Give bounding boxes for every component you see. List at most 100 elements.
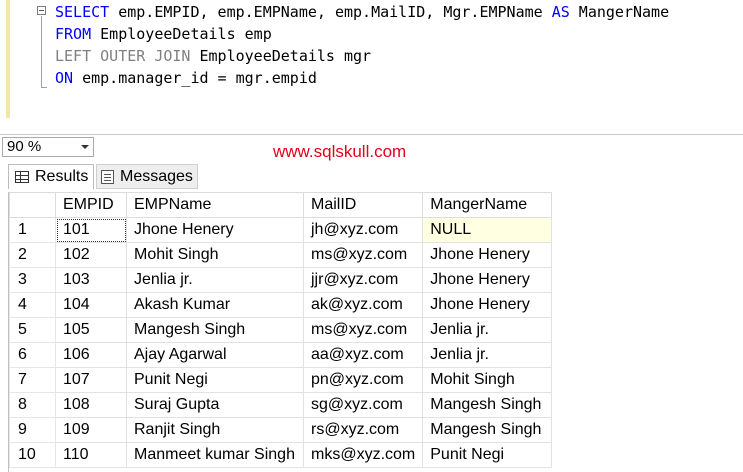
sql-text: EmployeeDetails emp	[91, 25, 272, 43]
cell-empname[interactable]: Manmeet kumar Singh	[126, 442, 304, 468]
sql-text: emp.EMPID, emp.EMPName, emp.MailID, Mgr.…	[109, 3, 552, 21]
sql-text: emp.manager_id = mgr.empid	[73, 69, 317, 87]
row-number-header[interactable]	[9, 192, 56, 218]
grid-icon	[15, 171, 29, 183]
cell-empname[interactable]: Akash Kumar	[126, 292, 304, 318]
table-row[interactable]: 7 107 Punit Negi pn@xyz.com Mohit Singh	[9, 367, 553, 393]
cell-empid[interactable]: 105	[55, 317, 127, 343]
cell-mailid[interactable]: jjr@xyz.com	[302, 267, 424, 293]
cell-empid[interactable]: 104	[55, 292, 127, 318]
row-number[interactable]: 2	[9, 242, 56, 268]
sql-editor[interactable]: SELECT emp.EMPID, emp.EMPName, emp.MailI…	[0, 0, 743, 133]
zoom-dropdown[interactable]: 90 %	[2, 137, 94, 157]
row-number[interactable]: 3	[9, 267, 56, 293]
cell-mangername[interactable]: Jenlia jr.	[422, 342, 553, 368]
tab-results-label: Results	[35, 168, 89, 185]
cell-mailid[interactable]: ms@xyz.com	[302, 242, 424, 268]
sql-keyword: AS	[551, 3, 570, 21]
cell-empname[interactable]: Mohit Singh	[126, 242, 304, 268]
sql-code[interactable]: SELECT emp.EMPID, emp.EMPName, emp.MailI…	[55, 1, 669, 89]
zoom-bar: 90 % www.sqlskull.com	[0, 134, 743, 161]
cell-mailid[interactable]: mks@xyz.com	[302, 442, 424, 468]
results-grid[interactable]: EMPID EMPName MailID MangerName 1 101 Jhon…	[8, 192, 743, 472]
row-number[interactable]: 6	[9, 342, 56, 368]
code-line[interactable]: FROM EmployeeDetails emp	[55, 23, 669, 45]
cell-mailid[interactable]: ms@xyz.com	[302, 317, 424, 343]
cell-empid[interactable]: 109	[55, 417, 127, 443]
cell-empid[interactable]: 102	[55, 242, 127, 268]
table-row[interactable]: 4 104 Akash Kumar ak@xyz.com Jhone Henery	[9, 292, 553, 318]
table-row[interactable]: 10 110 Manmeet kumar Singh mks@xyz.com Punit…	[9, 442, 553, 468]
column-header-mangername[interactable]: MangerName	[422, 192, 553, 218]
messages-icon	[101, 169, 114, 184]
cell-mailid[interactable]: pn@xyz.com	[302, 367, 424, 393]
code-line[interactable]: ON emp.manager_id = mgr.empid	[55, 67, 669, 89]
cell-empid[interactable]: 106	[55, 342, 127, 368]
cell-empid[interactable]: 108	[55, 392, 127, 418]
table-row[interactable]: 5 105 Mangesh Singh ms@xyz.com Jenlia jr.	[9, 317, 553, 343]
tab-messages[interactable]: Messages	[96, 164, 198, 189]
cell-mailid[interactable]: rs@xyz.com	[302, 417, 424, 443]
sql-keyword: LEFT OUTER JOIN	[55, 47, 191, 65]
cell-empname[interactable]: Jhone Henery	[126, 217, 304, 243]
fold-guide-end	[41, 87, 47, 88]
chevron-down-icon[interactable]	[81, 145, 89, 149]
cell-empname[interactable]: Jenlia jr.	[126, 267, 304, 293]
sql-keyword: SELECT	[55, 3, 110, 21]
row-number[interactable]: 7	[9, 367, 56, 393]
cell-mangername[interactable]: Mohit Singh	[422, 367, 553, 393]
column-header-empid[interactable]: EMPID	[55, 192, 127, 218]
change-tracking-bar	[6, 0, 10, 118]
cell-empname[interactable]: Ranjit Singh	[126, 417, 304, 443]
cell-empname[interactable]: Punit Negi	[126, 367, 304, 393]
sql-keyword: FROM	[55, 25, 92, 43]
row-number[interactable]: 4	[9, 292, 56, 318]
cell-empid[interactable]: 107	[55, 367, 127, 393]
table-row[interactable]: 3 103 Jenlia jr. jjr@xyz.com Jhone Henery	[9, 267, 553, 293]
row-number[interactable]: 10	[9, 442, 56, 468]
zoom-value: 90 %	[7, 138, 42, 155]
cell-mangername[interactable]: NULL	[422, 217, 553, 243]
collapse-icon[interactable]	[37, 6, 46, 15]
column-header-empname[interactable]: EMPName	[126, 192, 304, 218]
row-number[interactable]: 8	[9, 392, 56, 418]
cell-mangername[interactable]: Mangesh Singh	[422, 392, 553, 418]
row-number[interactable]: 5	[9, 317, 56, 343]
sql-text: MangerName	[569, 3, 670, 21]
cell-empname[interactable]: Mangesh Singh	[126, 317, 304, 343]
table-row[interactable]: 9 109 Ranjit Singh rs@xyz.com Mangesh Singh	[9, 417, 553, 443]
column-header-mailid[interactable]: MailID	[302, 192, 424, 218]
cell-empid[interactable]: 110	[55, 442, 127, 468]
cell-mangername[interactable]: Jhone Henery	[422, 242, 553, 268]
cell-mangername[interactable]: Punit Negi	[422, 442, 553, 468]
code-line[interactable]: LEFT OUTER JOIN EmployeeDetails mgr	[55, 45, 669, 67]
code-line[interactable]: SELECT emp.EMPID, emp.EMPName, emp.MailI…	[55, 1, 669, 23]
cell-mailid[interactable]: sg@xyz.com	[302, 392, 424, 418]
watermark: www.sqlskull.com	[273, 142, 407, 161]
table-row[interactable]: 8 108 Suraj Gupta sg@xyz.com Mangesh Singh	[9, 392, 553, 418]
header-row: EMPID EMPName MailID MangerName	[9, 192, 553, 218]
cell-mangername[interactable]: Jhone Henery	[422, 292, 553, 318]
cell-empname[interactable]: Ajay Agarwal	[126, 342, 304, 368]
fold-guide	[41, 16, 42, 88]
sql-keyword: ON	[55, 69, 74, 87]
table-row[interactable]: 6 106 Ajay Agarwal aa@xyz.com Jenlia jr.	[9, 342, 553, 368]
tab-results[interactable]: Results	[8, 164, 94, 189]
results-table: EMPID EMPName MailID MangerName 1 101 Jhon…	[9, 192, 553, 468]
tab-messages-label: Messages	[120, 167, 193, 185]
table-row[interactable]: 1 101 Jhone Henery jh@xyz.com NULL	[9, 217, 553, 243]
cell-mangername[interactable]: Mangesh Singh	[422, 417, 553, 443]
result-tabs: Results Messages	[0, 163, 743, 190]
cell-mailid[interactable]: jh@xyz.com	[302, 217, 424, 243]
cell-empid[interactable]: 101	[55, 217, 127, 243]
cell-mailid[interactable]: ak@xyz.com	[302, 292, 424, 318]
row-number[interactable]: 1	[9, 217, 56, 243]
cell-mangername[interactable]: Jhone Henery	[422, 267, 553, 293]
table-row[interactable]: 2 102 Mohit Singh ms@xyz.com Jhone Henery	[9, 242, 553, 268]
row-number[interactable]: 9	[9, 417, 56, 443]
sql-text: EmployeeDetails mgr	[190, 47, 372, 65]
cell-mailid[interactable]: aa@xyz.com	[302, 342, 424, 368]
cell-empid[interactable]: 103	[55, 267, 127, 293]
cell-empname[interactable]: Suraj Gupta	[126, 392, 304, 418]
cell-mangername[interactable]: Jenlia jr.	[422, 317, 553, 343]
